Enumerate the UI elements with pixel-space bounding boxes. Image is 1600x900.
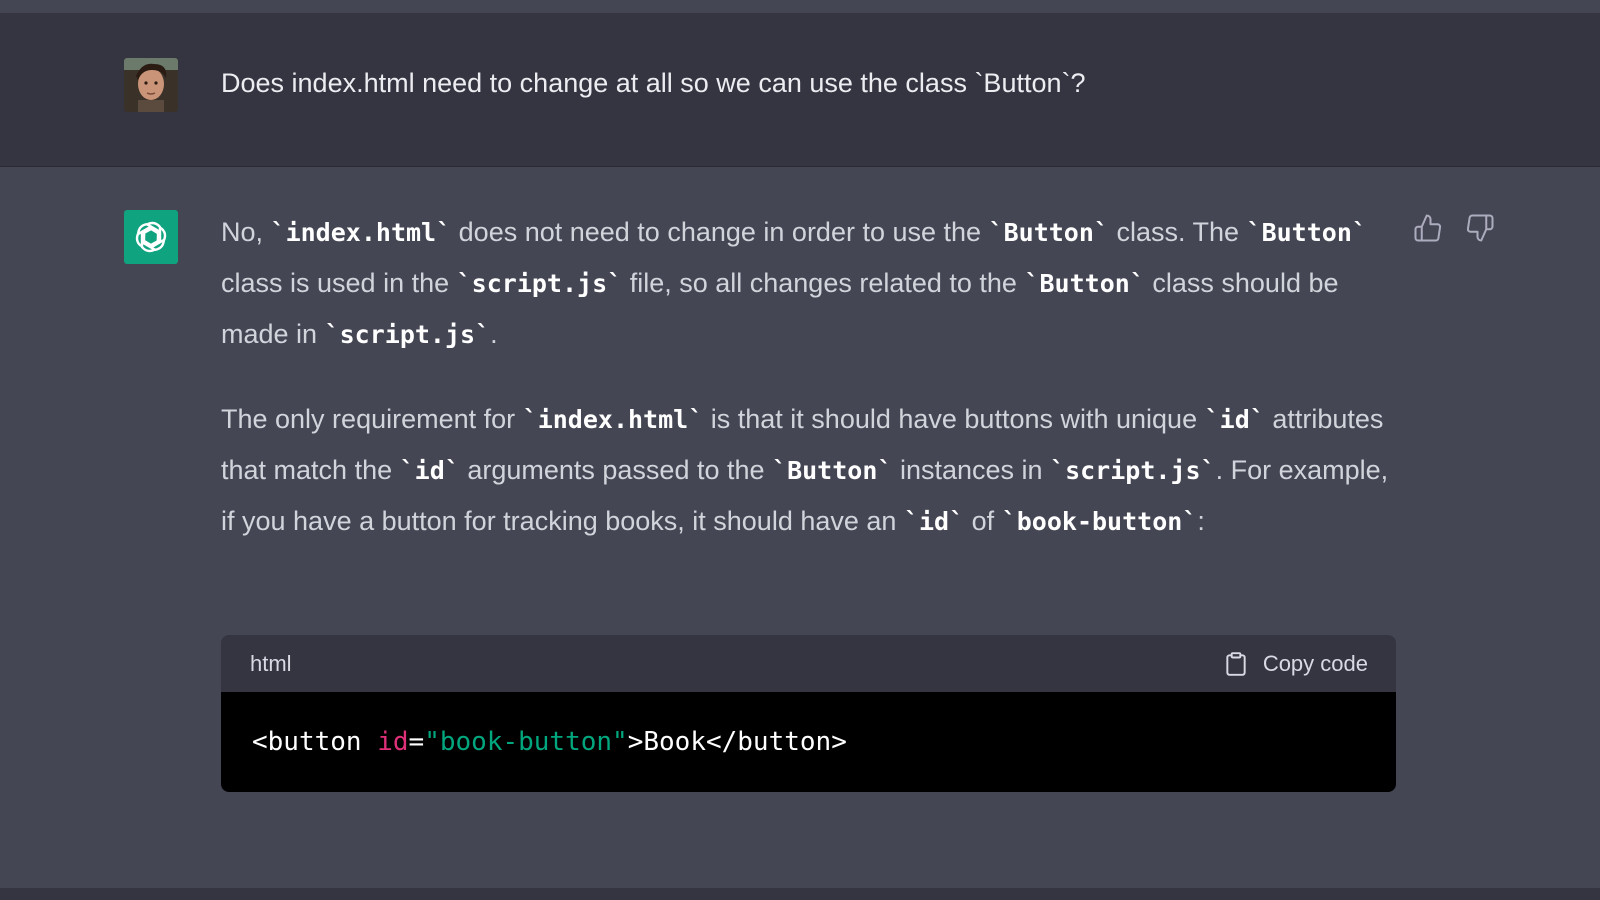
- inline-code: `script.js`: [456, 269, 623, 298]
- text-span: The only requirement for: [221, 404, 523, 434]
- answer-paragraph-2: The only requirement for `index.html` is…: [221, 394, 1401, 547]
- user-avatar: [124, 58, 178, 112]
- code-block-header: html Copy code: [221, 635, 1396, 692]
- text-span: :: [1197, 506, 1205, 536]
- thumbs-up-button[interactable]: [1412, 212, 1444, 244]
- assistant-message-row: No, `index.html` does not need to change…: [0, 167, 1600, 888]
- text-span: class is used in the: [221, 268, 457, 298]
- text-span: does not need to change in order to use …: [451, 217, 989, 247]
- code-attr-value: "book-button": [424, 727, 628, 757]
- code-equals: =: [408, 727, 425, 757]
- inline-code: `id`: [399, 456, 460, 485]
- thumbs-down-icon: [1466, 214, 1494, 242]
- code-content: <button id = "book-button" >Book</button>: [221, 692, 1396, 792]
- assistant-answer: No, `index.html` does not need to change…: [221, 207, 1401, 581]
- code-attr-name: id: [377, 727, 409, 757]
- clipboard-icon: [1226, 651, 1246, 676]
- code-tag-open: <button: [252, 727, 378, 757]
- inline-code: `script.js`: [324, 320, 491, 349]
- inline-code: `script.js`: [1050, 456, 1216, 485]
- inline-code: `Button`: [1246, 218, 1367, 247]
- thumbs-down-button[interactable]: [1464, 212, 1496, 244]
- top-strip: [0, 0, 1600, 13]
- code-language-label: html: [250, 650, 292, 676]
- text-span: is that it should have buttons with uniq…: [703, 404, 1205, 434]
- inline-code: `book-button`: [1001, 507, 1198, 536]
- text-span: class. The: [1108, 217, 1247, 247]
- answer-paragraph-1: No, `index.html` does not need to change…: [221, 207, 1401, 360]
- inline-code: `id`: [1204, 405, 1265, 434]
- inline-code: `id`: [903, 507, 965, 536]
- copy-code-button[interactable]: Copy code: [1223, 650, 1368, 678]
- inline-code: `index.html`: [522, 405, 704, 434]
- bottom-strip: [0, 888, 1600, 900]
- inline-code: `index.html`: [270, 218, 452, 247]
- text-span: instances in: [892, 455, 1051, 485]
- text-span: .: [490, 319, 498, 349]
- thumbs-up-icon: [1414, 214, 1442, 242]
- text-span: file, so all changes related to the: [622, 268, 1025, 298]
- user-message-row: Does index.html need to change at all so…: [0, 13, 1600, 167]
- text-span: of: [964, 506, 1002, 536]
- code-rest: >Book</button>: [627, 727, 847, 757]
- inline-code: `Button`: [1024, 269, 1145, 298]
- text-span: No,: [221, 217, 271, 247]
- code-block: html Copy code <button id = "book-button" >…: [221, 635, 1396, 792]
- inline-code: `Button`: [772, 456, 893, 485]
- feedback-buttons: [1412, 212, 1496, 244]
- user-message-text: Does index.html need to change at all so…: [221, 68, 1086, 98]
- text-span: arguments passed to the: [459, 455, 773, 485]
- copy-code-label: Copy code: [1262, 650, 1368, 676]
- inline-code: `Button`: [988, 218, 1109, 247]
- chatgpt-logo-icon: [124, 210, 178, 264]
